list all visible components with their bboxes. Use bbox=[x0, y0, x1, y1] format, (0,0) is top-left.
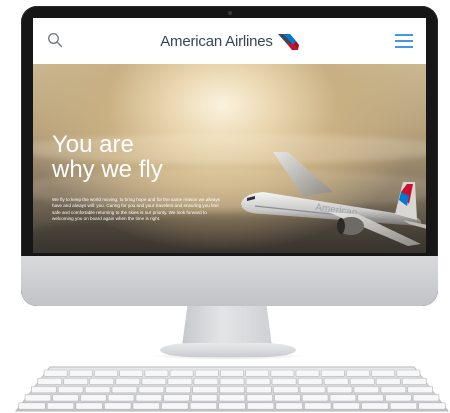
keyboard-key bbox=[412, 394, 440, 402]
keyboard-key bbox=[329, 394, 357, 402]
keyboard-key bbox=[273, 386, 299, 394]
keyboard-key bbox=[389, 402, 418, 410]
keyboard-key bbox=[46, 402, 75, 410]
keyboard-key bbox=[165, 386, 191, 394]
keyboard-key bbox=[115, 377, 141, 385]
keyboard-key bbox=[302, 394, 329, 402]
keyboard-key bbox=[189, 402, 218, 410]
keyboard-key bbox=[326, 386, 353, 394]
keyboard-key bbox=[299, 386, 326, 394]
keyboard-key bbox=[245, 369, 270, 377]
keyboard-key bbox=[194, 369, 219, 377]
hero-title: You are why we fly bbox=[52, 132, 252, 182]
keyboard-key bbox=[332, 402, 360, 410]
keyboard-key bbox=[18, 402, 46, 410]
keyboard-key bbox=[31, 386, 57, 394]
keyboard-key bbox=[169, 369, 194, 377]
keyboard-key bbox=[349, 377, 375, 385]
keyboard-key bbox=[304, 402, 332, 410]
keyboard-key bbox=[119, 369, 144, 377]
hamburger-menu-icon[interactable] bbox=[394, 33, 414, 49]
hero-body-text: We fly to keep the world moving, to brin… bbox=[52, 197, 220, 222]
keyboard-key bbox=[107, 394, 135, 402]
keyboard-key bbox=[357, 394, 384, 402]
keyboard-key bbox=[75, 402, 103, 410]
keyboard-key bbox=[24, 394, 52, 402]
keyboard-key bbox=[385, 394, 412, 402]
keyboard-key bbox=[193, 377, 219, 385]
keyboard-key bbox=[219, 386, 245, 394]
keyboard-key bbox=[320, 369, 345, 377]
flight-symbol-icon bbox=[277, 34, 299, 50]
keyboard-key bbox=[396, 369, 421, 377]
keyboard-key bbox=[275, 402, 303, 410]
keyboard-key bbox=[270, 369, 295, 377]
monitor: American Airlines You are why we fly We … bbox=[21, 6, 438, 306]
keyboard-key bbox=[135, 394, 162, 402]
keyboard-key bbox=[192, 386, 218, 394]
brand-name: American Airlines bbox=[160, 32, 273, 50]
keyboard-key bbox=[141, 377, 167, 385]
keyboard-key bbox=[346, 369, 370, 377]
keyboard-key bbox=[371, 369, 396, 377]
keyboard-key bbox=[361, 402, 389, 410]
keyboard-key bbox=[163, 394, 190, 402]
search-icon[interactable] bbox=[47, 32, 63, 48]
keyboard-key bbox=[246, 386, 272, 394]
keyboard-key bbox=[418, 402, 446, 410]
keyboard-key bbox=[63, 377, 89, 385]
keyboard-key bbox=[89, 377, 115, 385]
monitor-stand bbox=[182, 306, 272, 346]
keyboard-key bbox=[84, 386, 111, 394]
webcam bbox=[228, 11, 232, 15]
keyboard-key bbox=[297, 377, 323, 385]
keyboard bbox=[14, 366, 450, 412]
keyboard-keys bbox=[18, 369, 446, 410]
keyboard-key bbox=[161, 402, 189, 410]
keyboard-key bbox=[132, 402, 160, 410]
hero-banner: You are why we fly We fly to keep the wo… bbox=[33, 64, 426, 253]
hero-title-line: You are bbox=[52, 131, 134, 158]
screen: American Airlines You are why we fly We … bbox=[33, 18, 426, 253]
keyboard-key bbox=[271, 377, 297, 385]
keyboard-key bbox=[37, 377, 63, 385]
keyboard-key bbox=[295, 369, 320, 377]
keyboard-key bbox=[380, 386, 407, 394]
keyboard-key bbox=[245, 377, 271, 385]
keyboard-key bbox=[218, 402, 246, 410]
monitor-chin bbox=[21, 256, 438, 306]
monitor-stand-base bbox=[160, 343, 296, 357]
keyboard-key bbox=[246, 402, 275, 410]
keyboard-key bbox=[43, 369, 68, 377]
keyboard-key bbox=[323, 377, 349, 385]
keyboard-key bbox=[246, 394, 273, 402]
keyboard-key bbox=[111, 386, 138, 394]
keyboard-key bbox=[94, 369, 118, 377]
keyboard-key bbox=[104, 402, 132, 410]
keyboard-key bbox=[68, 369, 93, 377]
keyboard-key bbox=[191, 394, 218, 402]
site-header: American Airlines bbox=[33, 18, 426, 64]
keyboard-key bbox=[219, 377, 245, 385]
brand-logo[interactable]: American Airlines bbox=[160, 31, 299, 51]
keyboard-key bbox=[274, 394, 301, 402]
keyboard-key bbox=[218, 394, 246, 402]
keyboard-key bbox=[80, 394, 107, 402]
keyboard-key bbox=[353, 386, 380, 394]
keyboard-key bbox=[407, 386, 433, 394]
keyboard-key bbox=[401, 377, 427, 385]
keyboard-key bbox=[375, 377, 401, 385]
keyboard-key bbox=[57, 386, 84, 394]
keyboard-key bbox=[138, 386, 165, 394]
hero-title-line: why we fly bbox=[52, 156, 163, 183]
keyboard-key bbox=[52, 394, 79, 402]
keyboard-key bbox=[144, 369, 169, 377]
airplane-image: American bbox=[241, 152, 426, 246]
keyboard-key bbox=[220, 369, 244, 377]
keyboard-key bbox=[167, 377, 193, 385]
